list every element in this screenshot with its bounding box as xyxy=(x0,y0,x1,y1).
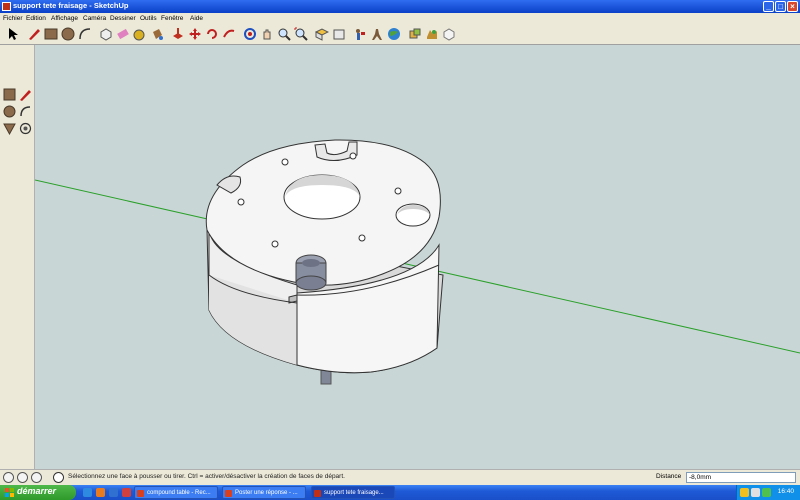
credits-icon[interactable] xyxy=(17,472,28,483)
network-icon[interactable] xyxy=(751,488,760,497)
paint-bucket-icon[interactable] xyxy=(150,27,164,41)
circle-icon[interactable] xyxy=(61,27,75,41)
distance-input[interactable]: -8,0mm xyxy=(686,472,796,483)
move-icon[interactable] xyxy=(188,27,202,41)
task-poster-reponse[interactable]: Poster une réponse - ... xyxy=(222,486,306,499)
clock: 16:40 xyxy=(777,488,794,495)
menu-affichage[interactable]: Affichage xyxy=(51,15,78,22)
window-title: support tete fraisage - SketchUp xyxy=(13,1,129,10)
left-tool-palette xyxy=(0,45,35,469)
maximize-button[interactable]: □ xyxy=(775,1,786,12)
close-button[interactable]: × xyxy=(787,1,798,12)
rectangle-icon[interactable] xyxy=(3,88,16,101)
pencil-icon[interactable] xyxy=(27,27,41,41)
walk-icon[interactable] xyxy=(370,27,384,41)
zoom-extents-icon[interactable] xyxy=(294,27,308,41)
sketchup-app-icon xyxy=(2,2,11,11)
task-compound-table[interactable]: compound table - Rec... xyxy=(134,486,218,499)
menu-fenetre[interactable]: Fenêtre xyxy=(161,15,183,22)
push-pull-icon[interactable] xyxy=(3,122,16,135)
tape-measure-icon[interactable] xyxy=(133,27,147,41)
zoom-icon[interactable] xyxy=(277,27,291,41)
start-button[interactable]: démarrer xyxy=(0,485,76,500)
share-model-icon[interactable] xyxy=(408,27,422,41)
task-sketchup[interactable]: support tete fraisage... xyxy=(311,486,395,499)
bottom-pin xyxy=(320,369,332,385)
top-view-icon[interactable] xyxy=(315,27,329,41)
status-message: Sélectionnez une face à pousser ou tirer… xyxy=(68,473,345,480)
circle-icon[interactable] xyxy=(3,105,16,118)
menu-outils[interactable]: Outils xyxy=(140,15,157,22)
menu-bar: Fichier Edition Affichage Caméra Dessine… xyxy=(0,13,800,24)
model-canvas[interactable] xyxy=(34,45,800,469)
tray-icon[interactable] xyxy=(740,488,749,497)
user-icon[interactable] xyxy=(31,472,42,483)
windows-logo-icon xyxy=(5,488,14,497)
components-icon[interactable] xyxy=(425,27,439,41)
firefox-icon[interactable] xyxy=(96,488,105,497)
get-models-icon[interactable] xyxy=(387,27,401,41)
arc-icon[interactable] xyxy=(19,105,32,118)
status-bar: Sélectionnez une face à pousser ou tirer… xyxy=(0,469,800,485)
help-icon[interactable] xyxy=(53,472,64,483)
make-component-icon[interactable] xyxy=(99,27,113,41)
menu-dessiner[interactable]: Dessiner xyxy=(110,15,136,22)
distance-label: Distance xyxy=(656,473,682,480)
title-bar: support tete fraisage - SketchUp _ □ × xyxy=(0,0,800,13)
follow-me-icon[interactable] xyxy=(222,27,236,41)
position-camera-icon[interactable] xyxy=(353,27,367,41)
geo-location-icon[interactable] xyxy=(3,472,14,483)
quicklaunch-icon[interactable] xyxy=(122,488,131,497)
ie-icon[interactable] xyxy=(109,488,118,497)
system-tray: 16:40 xyxy=(736,485,800,500)
rotate-icon[interactable] xyxy=(205,27,219,41)
menu-camera[interactable]: Caméra xyxy=(83,15,106,22)
windows-taskbar: démarrer compound table - Rec... Poster … xyxy=(0,485,800,500)
rectangle-icon[interactable] xyxy=(44,27,58,41)
minimize-button[interactable]: _ xyxy=(763,1,774,12)
pencil-icon[interactable] xyxy=(19,88,32,101)
menu-aide[interactable]: Aide xyxy=(190,15,203,22)
volume-icon[interactable] xyxy=(762,488,771,497)
pan-icon[interactable] xyxy=(260,27,274,41)
iso-view-icon[interactable] xyxy=(332,27,346,41)
orbit-icon[interactable] xyxy=(243,27,257,41)
menu-fichier[interactable]: Fichier xyxy=(3,15,23,22)
firefox-icon xyxy=(137,490,144,497)
orbit-icon[interactable] xyxy=(19,122,32,135)
push-pull-icon[interactable] xyxy=(171,27,185,41)
menu-edition[interactable]: Edition xyxy=(26,15,46,22)
start-label: démarrer xyxy=(17,486,57,496)
sketchup-app-icon xyxy=(314,490,321,497)
3d-viewport[interactable] xyxy=(34,45,800,469)
model-info-icon[interactable] xyxy=(442,27,456,41)
select-icon[interactable] xyxy=(6,27,20,41)
arc-icon[interactable] xyxy=(78,27,92,41)
main-toolbar xyxy=(0,24,800,45)
eraser-icon[interactable] xyxy=(116,27,130,41)
show-desktop-icon[interactable] xyxy=(83,488,92,497)
firefox-icon xyxy=(225,490,232,497)
